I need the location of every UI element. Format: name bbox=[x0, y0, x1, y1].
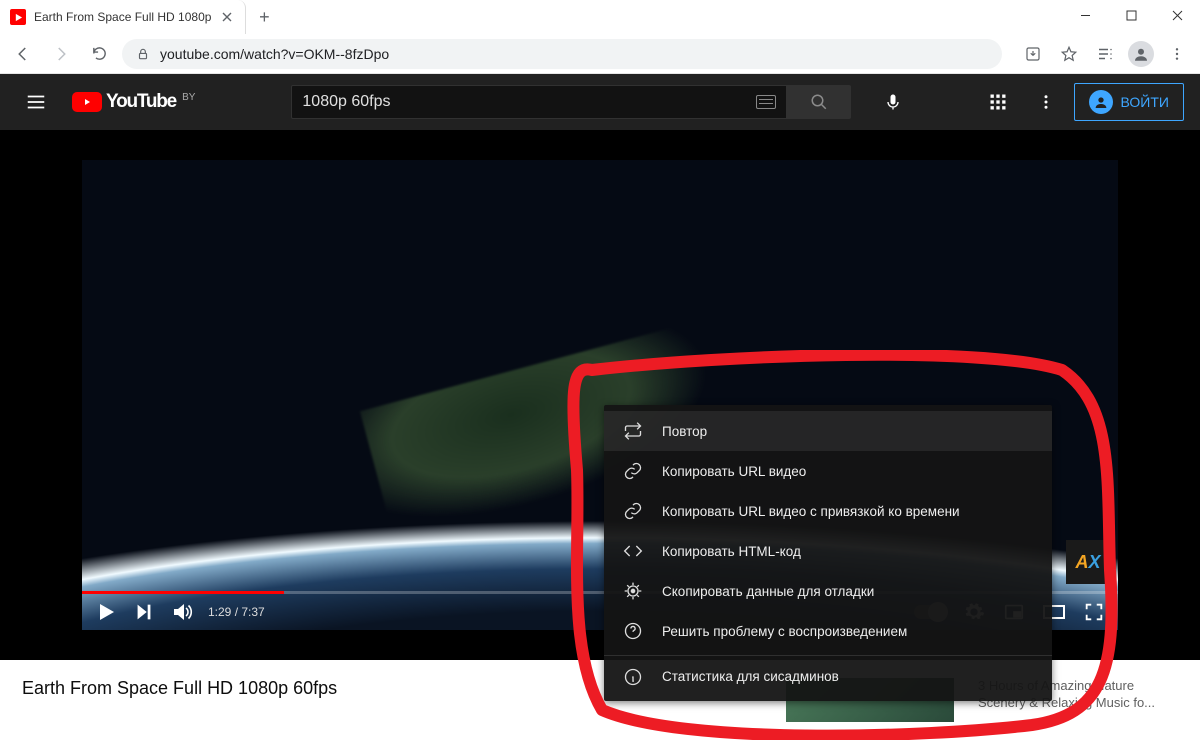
timecode-display: 1:29 / 7:37 bbox=[208, 605, 265, 619]
ctx-label: Решить проблему с воспроизведением bbox=[662, 624, 907, 639]
ctx-label: Повтор bbox=[662, 424, 707, 439]
ctx-copy-embed[interactable]: Копировать HTML-код bbox=[604, 531, 1052, 571]
new-tab-button[interactable]: + bbox=[250, 3, 278, 31]
address-bar: youtube.com/watch?v=OKM--8fzDpo bbox=[0, 34, 1200, 74]
ctx-stats[interactable]: Статистика для сисадминов bbox=[604, 655, 1052, 695]
apps-grid-icon[interactable] bbox=[978, 82, 1018, 122]
browser-menu-button[interactable] bbox=[1162, 39, 1192, 69]
search-input[interactable] bbox=[302, 93, 756, 111]
youtube-masthead: YouTube BY ВОЙТИ bbox=[0, 74, 1200, 130]
settings-menu-button[interactable] bbox=[1026, 82, 1066, 122]
search-form bbox=[291, 85, 851, 119]
profile-button[interactable] bbox=[1126, 39, 1156, 69]
search-input-container[interactable] bbox=[291, 85, 787, 119]
ctx-copy-debug[interactable]: Скопировать данные для отладки bbox=[604, 571, 1052, 611]
youtube-country-code: BY bbox=[182, 92, 195, 103]
back-button[interactable] bbox=[8, 39, 38, 69]
search-button[interactable] bbox=[787, 85, 851, 119]
ctx-playback-help[interactable]: Решить проблему с воспроизведением bbox=[604, 611, 1052, 651]
ctx-copy-url-time[interactable]: Копировать URL видео с привязкой ко врем… bbox=[604, 491, 1052, 531]
signin-button[interactable]: ВОЙТИ bbox=[1074, 83, 1184, 121]
keyboard-icon[interactable] bbox=[756, 95, 776, 109]
ctx-copy-url[interactable]: Копировать URL видео bbox=[604, 451, 1052, 491]
lock-icon bbox=[136, 47, 150, 61]
channel-watermark[interactable]: AX bbox=[1066, 540, 1110, 584]
window-maximize-button[interactable] bbox=[1108, 0, 1154, 30]
bookmark-star-icon[interactable] bbox=[1054, 39, 1084, 69]
ctx-loop[interactable]: Повтор bbox=[604, 411, 1052, 451]
help-icon bbox=[622, 620, 644, 642]
window-controls bbox=[1062, 0, 1200, 30]
window-titlebar: Earth From Space Full HD 1080p + bbox=[0, 0, 1200, 34]
ctx-label: Копировать HTML-код bbox=[662, 544, 801, 559]
browser-tab[interactable]: Earth From Space Full HD 1080p bbox=[0, 0, 246, 34]
signin-label: ВОЙТИ bbox=[1121, 94, 1169, 110]
ctx-label: Статистика для сисадминов bbox=[662, 669, 839, 684]
youtube-logo-icon bbox=[72, 92, 102, 112]
youtube-logo[interactable]: YouTube BY bbox=[72, 91, 195, 113]
link-icon bbox=[622, 460, 644, 482]
fullscreen-icon[interactable] bbox=[1082, 600, 1106, 624]
install-app-icon[interactable] bbox=[1018, 39, 1048, 69]
guide-menu-button[interactable] bbox=[16, 82, 56, 122]
youtube-favicon-icon bbox=[10, 9, 26, 25]
url-text: youtube.com/watch?v=OKM--8fzDpo bbox=[160, 46, 389, 62]
avatar-icon bbox=[1128, 41, 1154, 67]
reload-button[interactable] bbox=[84, 39, 114, 69]
omnibox[interactable]: youtube.com/watch?v=OKM--8fzDpo bbox=[122, 39, 1002, 69]
ctx-label: Копировать URL видео bbox=[662, 464, 806, 479]
ctx-label: Скопировать данные для отладки bbox=[662, 584, 874, 599]
info-icon bbox=[622, 666, 644, 688]
voice-search-button[interactable] bbox=[873, 82, 913, 122]
reading-list-icon[interactable] bbox=[1090, 39, 1120, 69]
player-context-menu: Повтор Копировать URL видео Копировать U… bbox=[604, 405, 1052, 701]
youtube-logo-text: YouTube bbox=[106, 91, 176, 113]
link-icon bbox=[622, 500, 644, 522]
loop-icon bbox=[622, 420, 644, 442]
bug-icon bbox=[622, 580, 644, 602]
forward-button[interactable] bbox=[46, 39, 76, 69]
window-minimize-button[interactable] bbox=[1062, 0, 1108, 30]
play-button[interactable] bbox=[94, 600, 118, 624]
window-close-button[interactable] bbox=[1154, 0, 1200, 30]
embed-icon bbox=[622, 540, 644, 562]
volume-button[interactable] bbox=[170, 600, 194, 624]
ctx-label: Копировать URL видео с привязкой ко врем… bbox=[662, 504, 960, 519]
browser-tab-title: Earth From Space Full HD 1080p bbox=[34, 10, 211, 24]
signin-avatar-icon bbox=[1089, 90, 1113, 114]
close-tab-icon[interactable] bbox=[219, 9, 235, 25]
next-button[interactable] bbox=[132, 600, 156, 624]
